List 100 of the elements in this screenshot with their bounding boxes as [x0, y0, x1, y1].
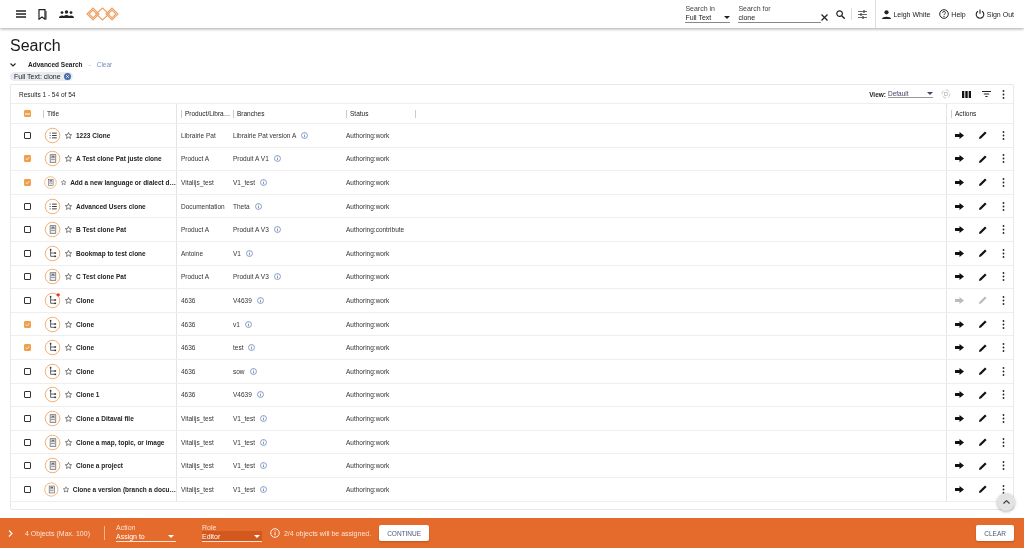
info-icon[interactable] — [244, 320, 252, 328]
edit-icon[interactable] — [979, 131, 987, 140]
row-checkbox[interactable] — [24, 344, 31, 352]
more-icon[interactable] — [1002, 130, 1006, 140]
select-all-checkbox[interactable] — [24, 110, 31, 117]
info-icon[interactable] — [260, 179, 268, 186]
arrow-right-icon[interactable] — [954, 131, 964, 139]
info-icon[interactable] — [256, 391, 264, 399]
edit-icon[interactable] — [979, 178, 987, 187]
arrow-right-icon[interactable] — [954, 249, 964, 257]
edit-icon[interactable] — [979, 390, 987, 399]
row-checkbox[interactable] — [24, 367, 31, 375]
more-icon[interactable] — [1002, 390, 1006, 400]
star-icon[interactable] — [65, 131, 72, 139]
filter-icon[interactable] — [982, 91, 991, 97]
more-icon[interactable] — [1002, 201, 1006, 211]
row-checkbox[interactable] — [24, 438, 31, 446]
star-icon[interactable] — [65, 320, 72, 328]
star-icon[interactable] — [62, 485, 69, 493]
more-icon[interactable] — [1002, 272, 1006, 282]
row-checkbox[interactable] — [24, 391, 31, 399]
chevron-right-icon[interactable] — [8, 529, 13, 537]
row-checkbox[interactable] — [24, 155, 31, 163]
more-icon[interactable] — [1002, 343, 1006, 353]
row-checkbox[interactable] — [24, 462, 31, 470]
info-icon[interactable] — [260, 462, 268, 470]
star-icon[interactable] — [65, 462, 72, 470]
info-icon[interactable] — [260, 485, 268, 493]
star-icon[interactable] — [65, 273, 72, 281]
arrow-right-icon[interactable] — [954, 367, 964, 375]
star-icon[interactable] — [60, 179, 67, 186]
info-icon[interactable] — [256, 296, 264, 304]
edit-icon[interactable] — [979, 343, 987, 352]
edit-icon[interactable] — [979, 202, 987, 211]
edit-icon[interactable] — [979, 438, 987, 446]
info-icon[interactable] — [273, 273, 281, 281]
scroll-top-button[interactable] — [997, 493, 1015, 511]
star-icon[interactable] — [65, 391, 72, 399]
star-icon[interactable] — [65, 155, 72, 163]
arrow-right-icon[interactable] — [954, 320, 964, 328]
edit-icon[interactable] — [979, 485, 987, 494]
row-checkbox[interactable] — [24, 202, 31, 210]
star-icon[interactable] — [65, 367, 72, 375]
edit-icon[interactable] — [979, 414, 987, 423]
more-icon[interactable] — [1002, 225, 1006, 235]
row-checkbox[interactable] — [24, 249, 31, 257]
menu-icon[interactable] — [16, 10, 26, 18]
row-checkbox[interactable] — [24, 273, 31, 281]
info-icon[interactable] — [248, 344, 256, 352]
info-icon[interactable] — [254, 202, 262, 210]
info-icon[interactable] — [260, 414, 268, 422]
people-icon[interactable] — [59, 10, 74, 18]
star-icon[interactable] — [65, 344, 72, 352]
row-checkbox[interactable] — [24, 485, 31, 493]
edit-icon[interactable] — [979, 320, 987, 329]
chevron-down-icon[interactable] — [10, 62, 16, 67]
more-icon[interactable] — [1002, 366, 1006, 376]
more-icon[interactable] — [1002, 89, 1005, 99]
info-icon[interactable] — [260, 438, 268, 446]
more-icon[interactable] — [1002, 437, 1006, 447]
row-checkbox[interactable] — [24, 179, 31, 186]
columns-icon[interactable] — [962, 90, 971, 98]
edit-icon[interactable] — [979, 225, 987, 234]
edit-icon[interactable] — [979, 154, 987, 163]
more-icon[interactable] — [1002, 178, 1006, 187]
edit-icon[interactable] — [979, 249, 987, 258]
arrow-right-icon[interactable] — [954, 273, 964, 281]
arrow-right-icon[interactable] — [954, 179, 964, 186]
arrow-right-icon[interactable] — [954, 485, 964, 493]
arrow-right-icon[interactable] — [954, 438, 964, 446]
info-icon[interactable] — [245, 249, 253, 257]
row-checkbox[interactable] — [24, 226, 31, 234]
more-icon[interactable] — [1002, 154, 1006, 164]
more-icon[interactable] — [1002, 319, 1006, 329]
arrow-right-icon[interactable] — [954, 155, 964, 163]
row-checkbox[interactable] — [24, 320, 31, 328]
edit-icon[interactable] — [979, 461, 987, 470]
arrow-right-icon[interactable] — [954, 414, 964, 422]
arrow-right-icon[interactable] — [954, 344, 964, 352]
more-icon[interactable] — [1002, 413, 1006, 423]
edit-icon[interactable] — [979, 367, 987, 376]
info-icon[interactable] — [273, 226, 281, 234]
arrow-right-icon[interactable] — [954, 226, 964, 234]
star-icon[interactable] — [65, 226, 72, 234]
arrow-right-icon[interactable] — [954, 462, 964, 470]
more-icon[interactable] — [1002, 248, 1006, 258]
info-icon[interactable] — [273, 155, 281, 163]
edit-icon[interactable] — [979, 272, 987, 281]
row-checkbox[interactable] — [24, 131, 31, 139]
arrow-right-icon[interactable] — [954, 202, 964, 210]
star-icon[interactable] — [65, 202, 72, 210]
more-icon[interactable] — [1002, 461, 1006, 471]
star-icon[interactable] — [65, 414, 72, 422]
star-icon[interactable] — [65, 438, 72, 446]
row-checkbox[interactable] — [24, 414, 31, 422]
star-icon[interactable] — [65, 249, 72, 257]
more-icon[interactable] — [1002, 484, 1006, 494]
remove-icon[interactable] — [63, 73, 71, 80]
info-icon[interactable] — [249, 367, 257, 375]
info-icon[interactable] — [301, 131, 309, 139]
